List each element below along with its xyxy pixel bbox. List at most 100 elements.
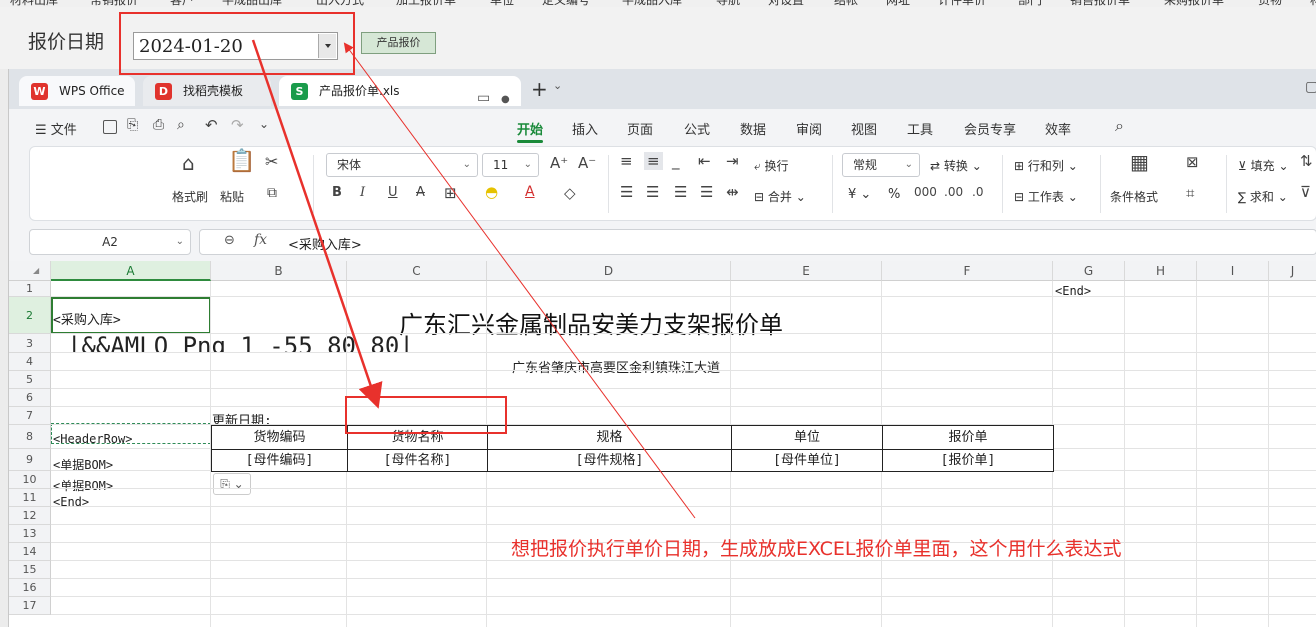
frame-icon[interactable]: ⌗ (1186, 184, 1194, 202)
fill-color-icon[interactable]: ◓ (485, 183, 498, 201)
app-menu-item[interactable]: 半成品入库 (622, 0, 682, 7)
column-header-a[interactable]: A (51, 261, 211, 281)
app-menu-item[interactable]: 客户 (170, 0, 194, 7)
column-header-h[interactable]: H (1125, 261, 1197, 281)
row-header-6[interactable]: 6 (9, 389, 51, 407)
number-format-select[interactable]: 常规 ⌄ (842, 153, 920, 177)
app-menu-item[interactable]: 定义编号 (542, 0, 590, 7)
app-menu-item[interactable]: 销售报价单 (1070, 0, 1130, 7)
italic-icon[interactable]: I (360, 185, 365, 200)
app-menu-item[interactable]: 货物 (1258, 0, 1282, 7)
row-header-12[interactable]: 12 (9, 507, 51, 525)
align-left-icon[interactable]: ☰ (620, 183, 633, 201)
column-header-e[interactable]: E (731, 261, 882, 281)
select-all-corner[interactable]: ◢ (9, 261, 51, 281)
table-template-cell[interactable]: [母件名称] (347, 449, 488, 472)
worksheet-button[interactable]: ⊟ 工作表 ⌄ (1014, 188, 1078, 205)
column-header-c[interactable]: C (347, 261, 487, 281)
quote-date-value[interactable]: 2024-01-20 (139, 36, 243, 57)
format-painter-button[interactable]: 格式刷 (172, 188, 208, 205)
table-header-cell[interactable]: 报价单 (882, 425, 1054, 450)
company-address[interactable]: 广东省肇庆市高要区金利镇珠江大道 (512, 357, 720, 376)
row-header-15[interactable]: 15 (9, 561, 51, 579)
app-menu-item[interactable]: 部门 (1018, 0, 1042, 7)
align-bottom-icon[interactable]: _ (672, 152, 680, 170)
decrease-font-icon[interactable]: A⁻ (578, 154, 596, 172)
sum-button[interactable]: ∑ 求和 ⌄ (1238, 188, 1288, 205)
fill-button[interactable]: ⊻ 填充 ⌄ (1238, 157, 1289, 174)
column-header-b[interactable]: B (211, 261, 347, 281)
app-menu-item[interactable]: 网址 (886, 0, 910, 7)
redo-icon[interactable]: ↷ (231, 116, 244, 134)
row-header-17[interactable]: 17 (9, 597, 51, 615)
column-header-i[interactable]: I (1197, 261, 1269, 281)
row-header-14[interactable]: 14 (9, 543, 51, 561)
table-header-cell[interactable]: 货物名称 (347, 425, 488, 450)
style-icon[interactable]: ⊠ (1186, 153, 1199, 171)
new-tab-icon[interactable]: + (531, 79, 548, 99)
undo-icon[interactable]: ↶ (205, 116, 218, 134)
currency-button[interactable]: ¥ ⌄ (848, 187, 871, 202)
tab-wps-office[interactable]: W WPS Office (19, 76, 135, 106)
row-header-10[interactable]: 10 (9, 471, 51, 489)
app-menu-item[interactable]: 导航 (716, 0, 740, 7)
justify-icon[interactable]: ☰ (700, 183, 713, 201)
align-right-icon[interactable]: ☰ (674, 183, 687, 201)
row-header-1[interactable]: 1 (9, 281, 51, 297)
decimal-decrease-icon[interactable]: .0 (972, 185, 983, 199)
table-template-cell[interactable]: [母件单位] (731, 449, 883, 472)
row-header-16[interactable]: 16 (9, 579, 51, 597)
app-menu-item[interactable]: 单位 (490, 0, 514, 7)
app-menu-item[interactable]: 采购报价单 (1164, 0, 1224, 7)
fx-icon[interactable]: fx (254, 232, 267, 248)
table-template-cell[interactable]: [母件规格] (487, 449, 732, 472)
table-header-cell[interactable]: 货物编码 (211, 425, 348, 450)
chevron-down-icon[interactable]: ⌄ (553, 79, 562, 92)
underline-icon[interactable]: U (388, 185, 398, 200)
row-header-13[interactable]: 13 (9, 525, 51, 543)
row-header-9[interactable]: 9 (9, 449, 51, 471)
print-icon[interactable]: ⎙ (153, 117, 164, 133)
bold-icon[interactable]: B (332, 185, 342, 200)
product-quote-button[interactable]: 产品报价 (361, 32, 436, 54)
font-size-select[interactable]: 11 ⌄ (482, 153, 539, 177)
decimal-increase-icon[interactable]: .00 (944, 185, 963, 199)
strikethrough-icon[interactable]: A (416, 185, 425, 200)
app-menu-item[interactable]: 加工报价单 (396, 0, 456, 7)
chevron-down-icon[interactable] (318, 34, 336, 58)
filter-icon[interactable]: ⊽ (1300, 183, 1311, 201)
tab-template[interactable]: D 找稻壳模板 (143, 76, 271, 106)
app-menu-item[interactable]: 计件单价 (938, 0, 986, 7)
row-header-3[interactable]: 3 (9, 334, 51, 353)
tab-data[interactable]: 数据 (740, 119, 766, 138)
app-menu-item[interactable]: 半成品出库 (222, 0, 282, 7)
percent-button[interactable]: % (888, 187, 900, 202)
row-header-4[interactable]: 4 (9, 353, 51, 371)
file-menu[interactable]: ☰ 文件 (35, 119, 77, 138)
tab-member[interactable]: 会员专享 (964, 119, 1016, 138)
tab-start[interactable]: 开始 (517, 119, 543, 138)
copy-icon[interactable]: ⧉ (267, 185, 277, 201)
tab-efficiency[interactable]: 效率 (1045, 119, 1071, 138)
restore-icon[interactable]: ▢ (1305, 79, 1316, 95)
paste-button[interactable]: 粘贴 (220, 188, 244, 205)
spreadsheet-grid[interactable]: ◢ <End> <采购入库> 广东汇兴金属制品安美力支架报价单 |&&AMLO_… (9, 261, 1316, 627)
rows-cols-button[interactable]: ⊞ 行和列 ⌄ (1014, 157, 1078, 174)
align-middle-icon[interactable]: ≡ (644, 152, 663, 170)
row-header-7[interactable]: 7 (9, 407, 51, 425)
font-color-icon[interactable]: A (525, 184, 535, 200)
row-header-2[interactable]: 2 (9, 297, 51, 334)
table-template-cell[interactable]: [母件编码] (211, 449, 348, 472)
cut-icon[interactable]: ✂ (265, 152, 278, 171)
formula-input[interactable]: ⊖ fx <采购入库> (199, 229, 1316, 255)
column-header-g[interactable]: G (1053, 261, 1125, 281)
app-menu-item[interactable]: 科目表 (1310, 0, 1316, 7)
app-menu-item[interactable]: 常销报价 (90, 0, 138, 7)
tab-view[interactable]: 视图 (851, 119, 877, 138)
tab-spreadsheet[interactable]: S 产品报价单.xls ▭ ● (279, 76, 521, 106)
chevron-down-icon[interactable]: ⌄ (259, 117, 269, 131)
quote-date-picker[interactable]: 2024-01-20 (133, 32, 338, 60)
align-top-icon[interactable]: ≡ (620, 152, 633, 170)
search-icon[interactable]: ⌕ (1115, 116, 1124, 136)
cell-row3-image-code[interactable]: |&&AMLO_Png 1 -55 80 80| (67, 333, 487, 353)
